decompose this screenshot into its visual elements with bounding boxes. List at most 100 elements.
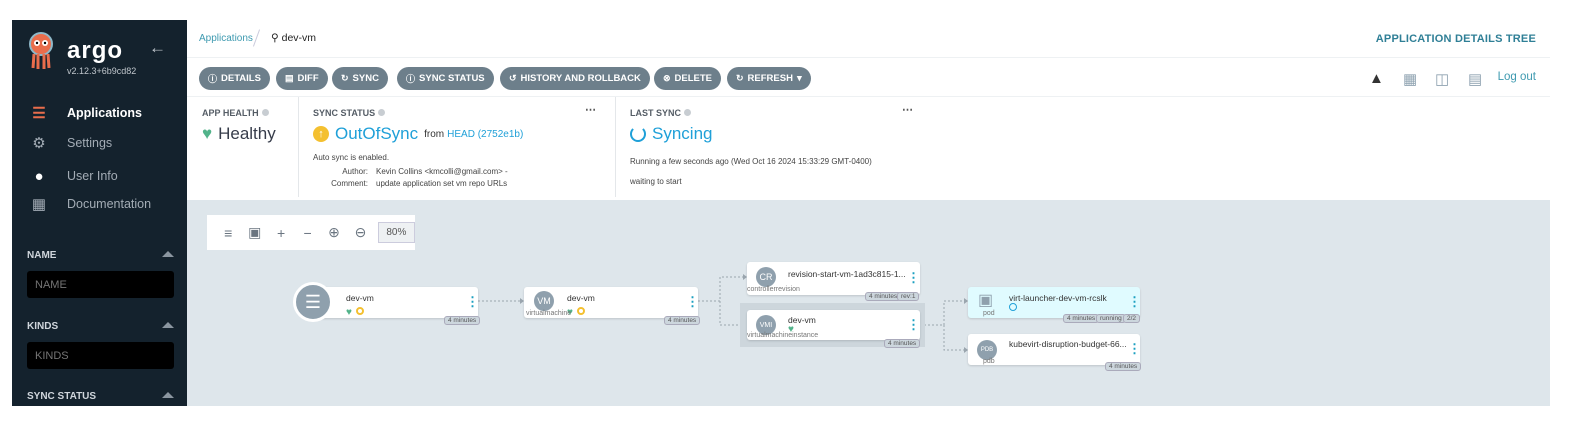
- node-menu-icon[interactable]: ⋮: [1128, 295, 1141, 308]
- filter-label-name: NAME: [27, 250, 57, 261]
- search-icon: ⚲: [271, 32, 279, 44]
- rev-tag: rev:1: [897, 292, 920, 301]
- nav-label: Settings: [67, 136, 113, 150]
- revision-link[interactable]: HEAD (2752e1b): [447, 129, 523, 140]
- file-icon: ▤: [285, 73, 294, 83]
- book-icon: ▦: [31, 196, 47, 213]
- app-health-label: APP HEALTH: [202, 108, 269, 118]
- collapse-name-icon[interactable]: [162, 251, 174, 257]
- refresh-icon: ↻: [736, 73, 744, 83]
- heart-icon: ♥: [202, 124, 213, 143]
- kinds-filter-input[interactable]: [27, 342, 174, 369]
- pods-view-icon[interactable]: ▦: [1403, 70, 1417, 88]
- node-menu-icon[interactable]: ⋮: [1128, 342, 1141, 355]
- author-label: Author:: [342, 167, 368, 176]
- edge: [698, 276, 743, 326]
- breadcrumb-current[interactable]: ⚲ dev-vm: [271, 32, 316, 44]
- nav-label: Documentation: [67, 197, 152, 211]
- ready-tag: 2/2: [1123, 314, 1141, 323]
- health-text: Healthy: [218, 124, 276, 143]
- name-filter-input[interactable]: [27, 271, 174, 298]
- last-sync-label: LAST SYNC: [630, 108, 692, 118]
- button-label: DIFF: [297, 73, 319, 84]
- spinner-icon: [630, 126, 646, 142]
- logout-link[interactable]: Log out: [1498, 71, 1536, 83]
- argo-logo: [29, 32, 53, 69]
- node-menu-icon[interactable]: ⋮: [466, 295, 479, 308]
- collapse-kinds-icon[interactable]: [162, 322, 174, 328]
- collapse-arrow-icon[interactable]: ←: [149, 38, 166, 58]
- help-icon[interactable]: [261, 109, 269, 116]
- age-tag: 4 minutes: [884, 339, 921, 348]
- version: v2.12.3+6b9cd82: [67, 66, 137, 76]
- diff-button[interactable]: ▤ DIFF: [276, 67, 328, 90]
- vm-icon: VM: [534, 291, 554, 311]
- app-health-value: ♥ Healthy: [202, 124, 276, 144]
- node-kind: pdb: [983, 358, 995, 365]
- breadcrumb-applications[interactable]: Applications: [199, 33, 253, 44]
- delete-icon: ⊗: [663, 73, 671, 83]
- node-kind: virtualmachineinstance: [747, 332, 819, 339]
- page-title: APPLICATION DETAILS TREE: [1375, 33, 1536, 45]
- node-menu-icon[interactable]: ⋮: [686, 295, 699, 308]
- node-name: revision-start-vm-1ad3c815-1...: [788, 269, 906, 279]
- button-label: SYNC STATUS: [419, 73, 485, 84]
- list-view-icon[interactable]: ▤: [1468, 70, 1482, 88]
- age-tag: 4 minutes: [865, 292, 902, 301]
- sidebar-item-documentation[interactable]: ▦ Documentation: [30, 192, 151, 216]
- age-tag: 4 minutes: [1063, 314, 1100, 323]
- filter-label-sync-status: SYNC STATUS: [27, 391, 97, 402]
- refresh-button[interactable]: ↻ REFRESH ▾: [727, 67, 811, 90]
- brand-name: argo: [67, 37, 124, 64]
- sidebar-item-user-info[interactable]: ● User Info: [30, 164, 118, 188]
- heart-icon: ♥: [346, 307, 352, 318]
- node-kind: virtualmachine: [526, 310, 572, 317]
- app-node[interactable]: dev-vm ♥ ⋮: [318, 287, 479, 320]
- node-menu-icon[interactable]: ⋮: [907, 318, 920, 331]
- help-icon[interactable]: [378, 109, 386, 116]
- sidebar: argo v2.12.3+6b9cd82 ← ☰ Applications ⚙ Se…: [12, 20, 187, 406]
- details-button[interactable]: ⓘ DETAILS: [199, 67, 270, 90]
- comment-value: update application set vm repo URLs: [376, 179, 508, 188]
- tree-view-icon[interactable]: ▲: [1369, 70, 1384, 87]
- more-icon[interactable]: ⋯: [902, 103, 913, 116]
- info-icon: ⓘ: [406, 74, 416, 84]
- edge: [920, 300, 964, 351]
- toolbar: ⓘ DETAILS ▤ DIFF ↻ SYNC ⓘ SYNC STATUS ↺ HISTO…: [187, 58, 1550, 97]
- help-icon[interactable]: [684, 109, 692, 116]
- gears-icon: ⚙: [32, 135, 46, 152]
- network-view-icon[interactable]: ◫: [1435, 70, 1449, 88]
- info-icon: ⓘ: [208, 74, 218, 84]
- user-icon: ●: [34, 167, 44, 185]
- syncing-text[interactable]: Syncing: [652, 124, 712, 144]
- collapse-sync-status-icon[interactable]: [162, 392, 174, 398]
- delete-button[interactable]: ⊗ DELETE: [654, 67, 722, 90]
- more-icon[interactable]: ⋯: [585, 103, 596, 116]
- progressing-icon: [1009, 303, 1017, 311]
- age-tag: 4 minutes: [664, 316, 701, 325]
- node-status: ♥: [346, 302, 365, 320]
- sync-text[interactable]: OutOfSync: [335, 124, 418, 144]
- vm-node[interactable]: VM dev-vm ♥ virtualmachine ⋮: [524, 287, 699, 318]
- nav-label: User Info: [67, 169, 118, 183]
- sync-icon: ↻: [341, 73, 349, 83]
- vmi-node[interactable]: VMI dev-vm ♥ virtualmachineinstance ⋮: [747, 310, 920, 340]
- arrow-up-circle-icon: ↑: [313, 126, 329, 142]
- resource-tree: ≡ ▣ + − ⊕ ⊖ 80% dev-vm ♥ ⋮ ☰ 4 minutes V…: [187, 200, 1550, 406]
- divider: [615, 97, 616, 197]
- layers-icon: ☰: [32, 105, 46, 122]
- from-text: from: [424, 128, 445, 140]
- pdb-node[interactable]: PDB kubevirt-disruption-budget-66... pdb…: [968, 334, 1141, 365]
- sync-status-button[interactable]: ⓘ SYNC STATUS: [397, 67, 494, 90]
- node-menu-icon[interactable]: ⋮: [907, 271, 920, 284]
- controllerrevision-node[interactable]: CR revision-start-vm-1ad3c815-1... contr…: [747, 262, 920, 295]
- cr-icon: CR: [756, 267, 776, 287]
- last-sync-value: Syncing: [630, 124, 712, 144]
- button-label: DETAILS: [221, 73, 261, 84]
- sidebar-item-applications[interactable]: ☰ Applications: [30, 101, 142, 125]
- divider: [298, 97, 299, 197]
- sidebar-item-settings[interactable]: ⚙ Settings: [30, 131, 112, 155]
- button-label: REFRESH: [747, 73, 793, 84]
- sync-button[interactable]: ↻ SYNC: [332, 67, 388, 90]
- history-rollback-button[interactable]: ↺ HISTORY AND ROLLBACK: [500, 67, 650, 90]
